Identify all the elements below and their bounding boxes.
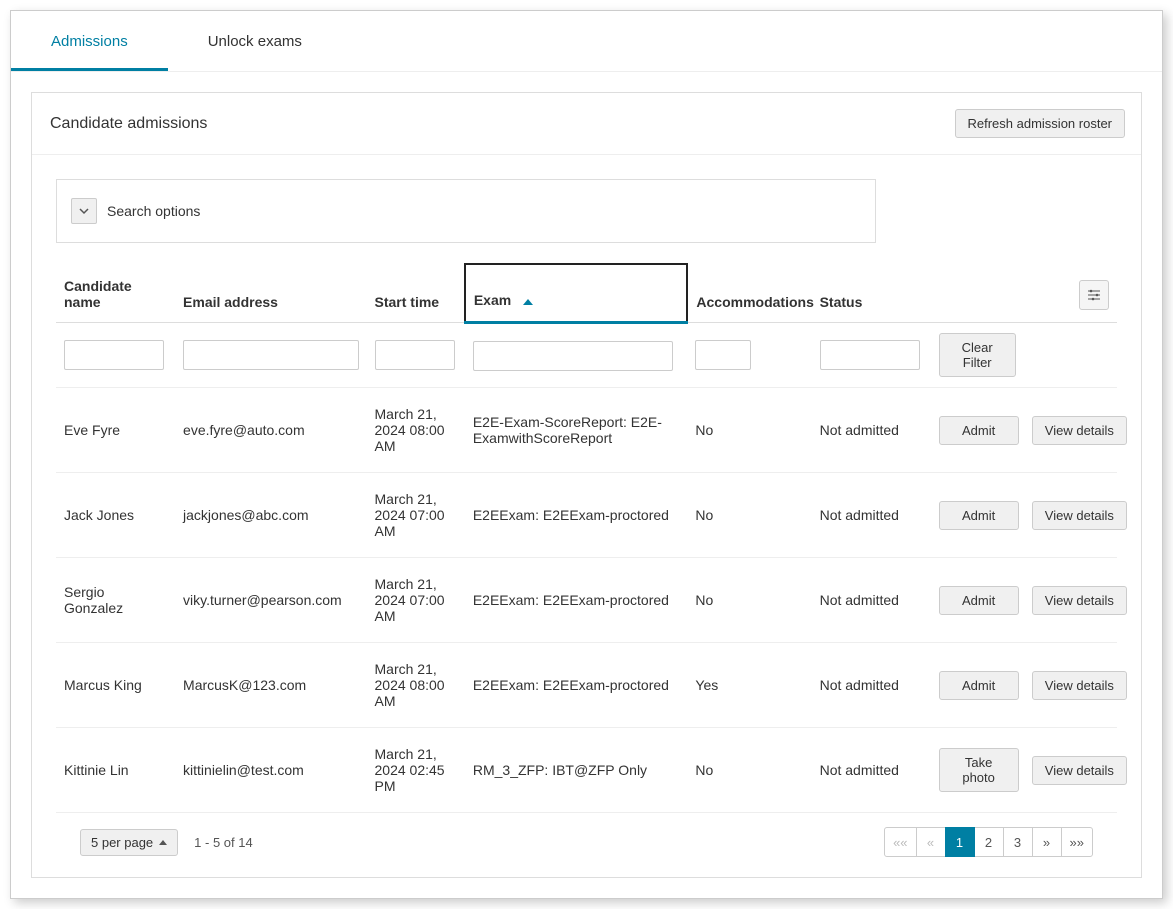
row-action-button[interactable]: Take photo [939, 748, 1019, 792]
cell-exam: E2EExam: E2EExam-proctored [465, 643, 688, 728]
cell-name: Eve Fyre [56, 388, 175, 473]
cell-status: Not admitted [812, 728, 931, 813]
view-details-button[interactable]: View details [1032, 586, 1127, 615]
cell-exam: RM_3_ZFP: IBT@ZFP Only [465, 728, 688, 813]
clear-filter-button[interactable]: Clear Filter [939, 333, 1016, 377]
pagination-bar: 5 per page 1 - 5 of 14 «««123»»» [56, 813, 1117, 857]
cell-name: Sergio Gonzalez [56, 558, 175, 643]
col-exam-label: Exam [474, 292, 511, 308]
cell-email: kittinielin@test.com [175, 728, 366, 813]
row-action-button[interactable]: Admit [939, 671, 1019, 700]
col-exam[interactable]: Exam [465, 264, 688, 323]
page-prev-button: « [916, 827, 946, 857]
view-details-button[interactable]: View details [1032, 416, 1127, 445]
tab-unlock-exams[interactable]: Unlock exams [168, 11, 342, 71]
filter-name-input[interactable] [64, 340, 164, 370]
panel-title: Candidate admissions [50, 115, 207, 133]
table-row: Kittinie Linkittinielin@test.comMarch 21… [56, 728, 1117, 813]
row-action-button[interactable]: Admit [939, 586, 1019, 615]
row-action-button[interactable]: Admit [939, 416, 1019, 445]
cell-name: Marcus King [56, 643, 175, 728]
cell-accom: No [687, 473, 811, 558]
col-status[interactable]: Status [812, 264, 931, 323]
cell-accom: Yes [687, 643, 811, 728]
cell-email: MarcusK@123.com [175, 643, 366, 728]
cell-exam: E2E-Exam-ScoreReport: E2E-ExamwithScoreR… [465, 388, 688, 473]
cell-status: Not admitted [812, 643, 931, 728]
chevron-down-icon[interactable] [71, 198, 97, 224]
caret-up-icon [159, 840, 167, 845]
filter-status-input[interactable] [820, 340, 920, 370]
range-text: 1 - 5 of 14 [194, 835, 253, 850]
view-details-button[interactable]: View details [1032, 671, 1127, 700]
cell-start: March 21, 2024 02:45 PM [367, 728, 465, 813]
cell-status: Not admitted [812, 473, 931, 558]
per-page-selector[interactable]: 5 per page [80, 829, 178, 856]
cell-email: viky.turner@pearson.com [175, 558, 366, 643]
table-row: Sergio Gonzalezviky.turner@pearson.comMa… [56, 558, 1117, 643]
cell-status: Not admitted [812, 558, 931, 643]
cell-start: March 21, 2024 07:00 AM [367, 473, 465, 558]
cell-email: jackjones@abc.com [175, 473, 366, 558]
column-settings-button[interactable] [1079, 280, 1109, 310]
app-frame: Admissions Unlock exams Candidate admiss… [10, 10, 1163, 899]
table-row: Jack Jonesjackjones@abc.comMarch 21, 202… [56, 473, 1117, 558]
cell-start: March 21, 2024 08:00 AM [367, 643, 465, 728]
cell-email: eve.fyre@auto.com [175, 388, 366, 473]
cell-start: March 21, 2024 07:00 AM [367, 558, 465, 643]
candidate-admissions-panel: Candidate admissions Refresh admission r… [31, 92, 1142, 878]
view-details-button[interactable]: View details [1032, 501, 1127, 530]
filter-start-input[interactable] [375, 340, 455, 370]
cell-exam: E2EExam: E2EExam-proctored [465, 558, 688, 643]
filter-exam-input[interactable] [473, 341, 673, 371]
cell-accom: No [687, 388, 811, 473]
cell-exam: E2EExam: E2EExam-proctored [465, 473, 688, 558]
panel-header: Candidate admissions Refresh admission r… [32, 93, 1141, 155]
col-candidate-name[interactable]: Candidate name [56, 264, 175, 323]
tab-admissions[interactable]: Admissions [11, 11, 168, 71]
main-tabs: Admissions Unlock exams [11, 11, 1162, 72]
cell-accom: No [687, 728, 811, 813]
refresh-roster-button[interactable]: Refresh admission roster [955, 109, 1126, 138]
sort-asc-icon [523, 293, 533, 309]
view-details-button[interactable]: View details [1032, 756, 1127, 785]
per-page-label: 5 per page [91, 835, 153, 850]
page-next-button[interactable]: » [1032, 827, 1062, 857]
table-row: Eve Fyreeve.fyre@auto.comMarch 21, 2024 … [56, 388, 1117, 473]
page-1-button[interactable]: 1 [945, 827, 975, 857]
col-email[interactable]: Email address [175, 264, 366, 323]
page-3-button[interactable]: 3 [1003, 827, 1033, 857]
row-action-button[interactable]: Admit [939, 501, 1019, 530]
cell-status: Not admitted [812, 388, 931, 473]
col-accommodations[interactable]: Accommodations [687, 264, 811, 323]
filter-accom-input[interactable] [695, 340, 751, 370]
cell-accom: No [687, 558, 811, 643]
filter-email-input[interactable] [183, 340, 358, 370]
search-options-label: Search options [107, 203, 200, 219]
page-first-button: «« [884, 827, 916, 857]
search-options[interactable]: Search options [56, 179, 876, 243]
cell-name: Kittinie Lin [56, 728, 175, 813]
page-last-button[interactable]: »» [1061, 827, 1093, 857]
table-row: Marcus KingMarcusK@123.comMarch 21, 2024… [56, 643, 1117, 728]
cell-start: March 21, 2024 08:00 AM [367, 388, 465, 473]
col-start-time[interactable]: Start time [367, 264, 465, 323]
page-2-button[interactable]: 2 [974, 827, 1004, 857]
cell-name: Jack Jones [56, 473, 175, 558]
admissions-table: Candidate name Email address Start time … [56, 263, 1117, 813]
